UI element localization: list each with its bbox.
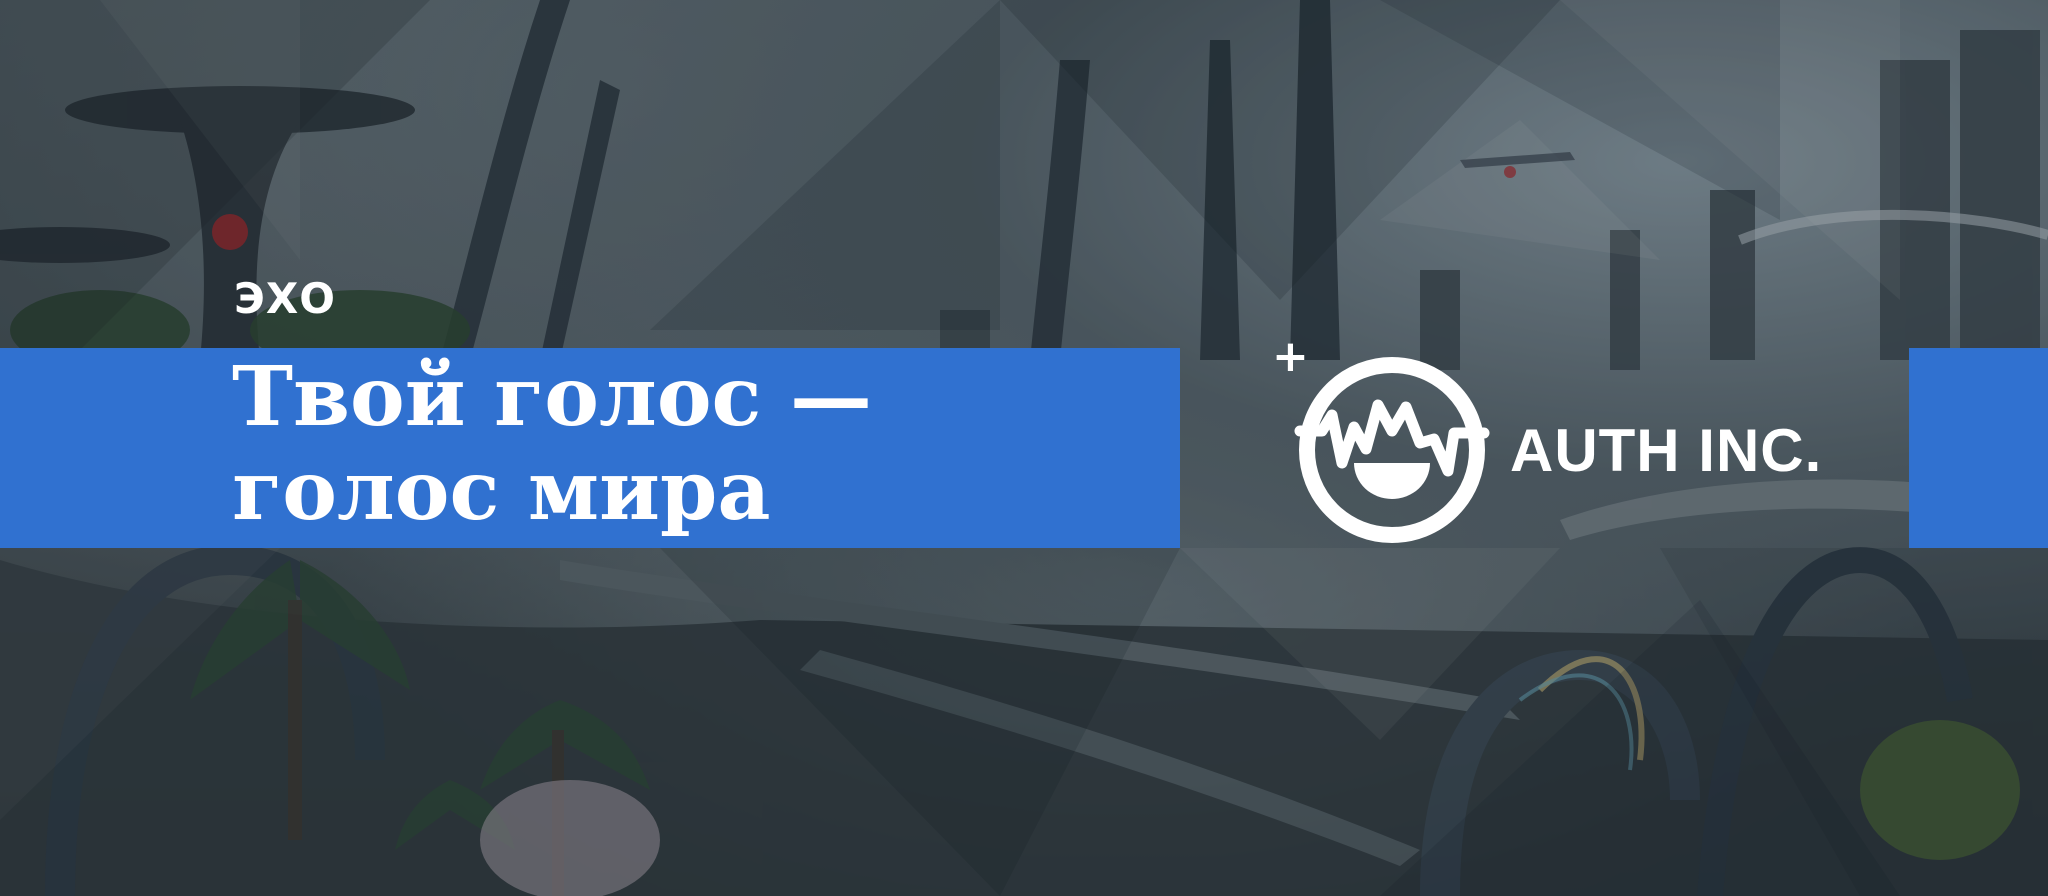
promo-banner: ЭХО Твой голос — голос мира + AUTH INC. — [0, 0, 2048, 896]
accent-band-right — [1909, 348, 2048, 548]
plus-sign: + — [1272, 343, 1309, 382]
sound-wave-face-circle-icon — [1294, 357, 1490, 543]
headline-line-1: Твой голос — — [232, 349, 872, 445]
eyebrow-label: ЭХО — [234, 274, 336, 323]
brand-name: AUTH INC. — [1510, 417, 1823, 484]
headline-line-2: голос мира — [232, 443, 771, 539]
headline: Твой голос — голос мира — [232, 350, 1132, 538]
